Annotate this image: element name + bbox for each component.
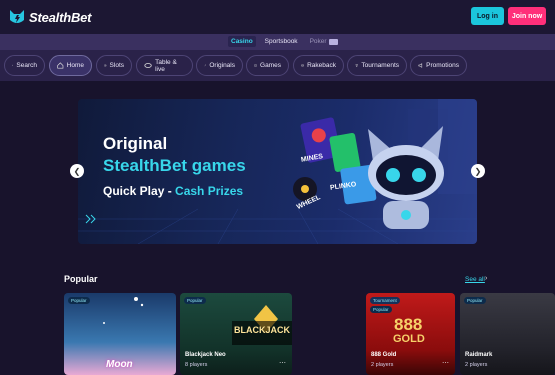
card-name: Blackjack Neo [185, 352, 226, 358]
category-slots[interactable]: Slots [96, 55, 132, 76]
product-nav: Casino Sportsbook Poker [0, 34, 555, 50]
chevron-right-icon: ❯ [474, 166, 482, 176]
top-bar: StealthBet Log in Join now [0, 0, 555, 34]
category-label: Search [16, 62, 37, 69]
popular-section-title: Popular [64, 274, 98, 284]
chevron-left-icon: ❮ [73, 166, 81, 176]
rocket-icon [204, 64, 206, 67]
logo[interactable]: StealthBet [8, 8, 91, 26]
chevron-right-icon: › [485, 275, 488, 282]
category-label: Rakeback [307, 62, 336, 69]
popular-badge: Popular [370, 306, 392, 313]
card-name: 888 Gold [371, 352, 397, 358]
category-games[interactable]: Games [246, 55, 289, 76]
tournament-badge: Tournament [370, 297, 400, 304]
game-card-blackjack-neo[interactable]: Popular BLACKJACK Blackjack Neo 8 player… [180, 293, 292, 375]
category-label: Games [260, 62, 281, 69]
category-label: Promotions [426, 62, 459, 69]
more-icon[interactable]: ⋯ [279, 359, 286, 367]
category-label: Originals [209, 62, 235, 69]
banner-title-line1: Original [103, 134, 168, 153]
card-art-text: 888 [394, 315, 423, 334]
category-table-live[interactable]: Table & live [136, 55, 193, 76]
category-label: Home [66, 62, 84, 69]
cards-icon [144, 63, 152, 68]
category-home[interactable]: Home [49, 55, 92, 76]
dice-icon [254, 64, 257, 67]
category-label: Tournaments [361, 62, 399, 69]
banner-subtitle-part2: Cash Prizes [175, 184, 244, 198]
home-icon [57, 62, 64, 69]
tab-sportsbook[interactable]: Sportsbook [262, 36, 301, 47]
hero-banner[interactable]: Original StealthBet games Quick Play - C… [78, 99, 477, 244]
game-card-raidmark[interactable]: Popular Raidmark 2 players [460, 293, 555, 375]
poker-badge-icon [328, 38, 338, 45]
banner-next-button[interactable]: ❯ [471, 164, 485, 178]
banner-prev-button[interactable]: ❮ [70, 164, 84, 178]
category-promotions[interactable]: Promotions [410, 55, 467, 76]
card-art-text: BLACKJACK [234, 325, 290, 335]
card-art-text: Moon [106, 359, 133, 370]
see-all-link[interactable]: See all [465, 276, 485, 283]
category-label: Table & live [155, 58, 177, 73]
popular-badge: Popular [464, 297, 486, 304]
megaphone-icon [418, 63, 423, 68]
category-tournaments[interactable]: Tournaments [347, 55, 407, 76]
main-content: Original StealthBet games Quick Play - C… [0, 81, 555, 375]
card-name: Raidmark [465, 352, 493, 358]
tab-casino[interactable]: Casino [228, 36, 256, 47]
category-rakeback[interactable]: Rakeback [293, 55, 344, 76]
tab-poker[interactable]: Poker [307, 36, 341, 47]
card-players: 8 players [185, 362, 208, 368]
banner-subtitle-part1: Quick Play - [103, 184, 176, 198]
banner-title-line2: StealthBet games [103, 156, 246, 175]
coins-icon [301, 64, 304, 67]
game-card-888-gold[interactable]: Tournament Popular 888 GOLD 888 Gold 2 p… [366, 293, 455, 375]
logo-text: StealthBet [29, 9, 92, 25]
category-originals[interactable]: Originals [196, 55, 243, 76]
more-icon[interactable]: ⋯ [442, 359, 449, 367]
card-players: 2 players [465, 362, 488, 368]
category-search[interactable]: Search [4, 55, 45, 76]
tab-poker-label: Poker [309, 38, 327, 45]
card-players: 2 players [371, 362, 394, 368]
login-button[interactable]: Log in [471, 7, 504, 25]
banner-subtitle: Quick Play - Cash Prizes [103, 184, 243, 198]
popular-badge: Popular [184, 297, 206, 304]
cat-logo-icon [10, 10, 24, 23]
game-card-moon[interactable]: Popular Moon [64, 293, 176, 375]
popular-badge: Popular [68, 297, 90, 304]
card-art-text-2: GOLD [393, 333, 425, 345]
category-bar: Search Home Slots Table & live Originals… [0, 50, 555, 81]
search-icon [12, 64, 14, 67]
trophy-icon [355, 64, 358, 67]
category-label: Slots [109, 62, 124, 69]
join-button[interactable]: Join now [508, 7, 546, 25]
slots-icon [104, 64, 107, 67]
